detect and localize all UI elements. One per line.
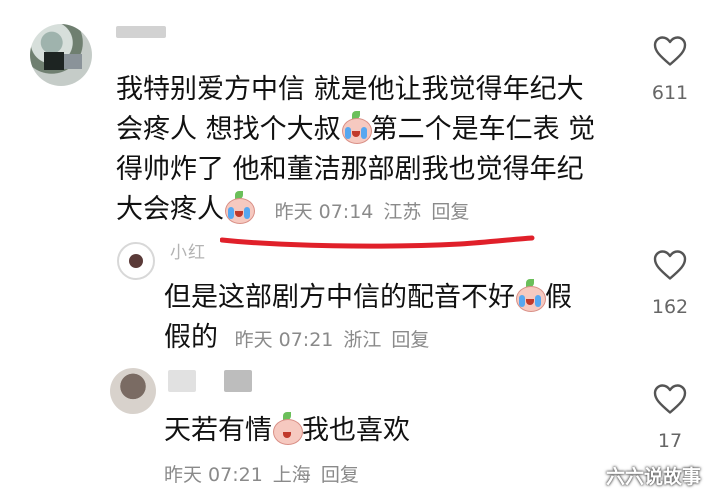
- like-button[interactable]: 162: [640, 248, 700, 318]
- avatar-logo: [129, 254, 143, 268]
- comment-body: 但是这部剧方中信的配音不好假 假的 昨天 07:21 浙江 回复: [164, 278, 624, 360]
- like-count: 17: [657, 430, 683, 452]
- like-button[interactable]: 611: [640, 34, 700, 104]
- comment-line: 大会疼人 昨天 07:14 江苏 回复: [116, 190, 636, 232]
- like-count: 611: [651, 82, 689, 104]
- timestamp: 昨天 07:21: [164, 464, 263, 486]
- comment-meta: 昨天 07:21 浙江 回复: [235, 329, 440, 351]
- comment-line: 但是这部剧方中信的配音不好假: [164, 278, 624, 318]
- username[interactable]: 小红: [170, 238, 206, 263]
- crying-peach-emoji-icon: [515, 279, 546, 312]
- comment-body: 我特别爱方中信 就是他让我觉得年纪大 会疼人 想找个大叔 第二个是车仁表 觉 得帅…: [116, 70, 636, 232]
- timestamp: 昨天 07:14: [274, 201, 374, 223]
- heart-outline-icon[interactable]: [652, 34, 688, 68]
- heart-outline-icon[interactable]: [652, 382, 688, 416]
- comment-meta: 昨天 07:14 江苏 回复: [275, 201, 480, 223]
- comment-line: 会疼人 想找个大叔 第二个是车仁表 觉: [116, 110, 636, 150]
- avatar-mosaic: [44, 52, 64, 70]
- crying-peach-emoji-icon: [341, 111, 372, 144]
- avatar[interactable]: [30, 24, 92, 86]
- watermark: 六六说故事: [606, 466, 702, 488]
- red-annotation-underline: [220, 235, 535, 249]
- comment-line: 得帅炸了 他和董洁那部剧我也觉得年纪: [116, 154, 584, 185]
- comment-meta: 昨天 07:21 上海 回复: [164, 460, 369, 487]
- like-button[interactable]: 17: [640, 382, 700, 452]
- location: 上海: [272, 464, 311, 486]
- like-count: 162: [651, 296, 689, 318]
- avatar-mosaic: [64, 54, 82, 69]
- avatar[interactable]: [117, 242, 155, 280]
- comment-line: 我特别爱方中信 就是他让我觉得年纪大: [116, 74, 584, 105]
- reply-button[interactable]: 回复: [431, 201, 469, 223]
- location: 江苏: [383, 201, 422, 223]
- reply-button[interactable]: 回复: [321, 464, 359, 486]
- heart-outline-icon[interactable]: [652, 248, 688, 282]
- comment-line: 假的 昨天 07:21 浙江 回复: [164, 318, 624, 360]
- location: 浙江: [343, 329, 382, 351]
- username-redacted: [116, 26, 166, 38]
- reply-button[interactable]: 回复: [391, 329, 429, 351]
- crying-peach-emoji-icon: [224, 191, 255, 224]
- avatar[interactable]: [110, 368, 156, 414]
- username-redacted: [224, 370, 252, 392]
- username-redacted: [168, 370, 196, 392]
- thinking-peach-emoji-icon: [272, 412, 303, 445]
- comment-body: 天若有情 我也喜欢: [164, 411, 604, 451]
- timestamp: 昨天 07:21: [234, 329, 334, 351]
